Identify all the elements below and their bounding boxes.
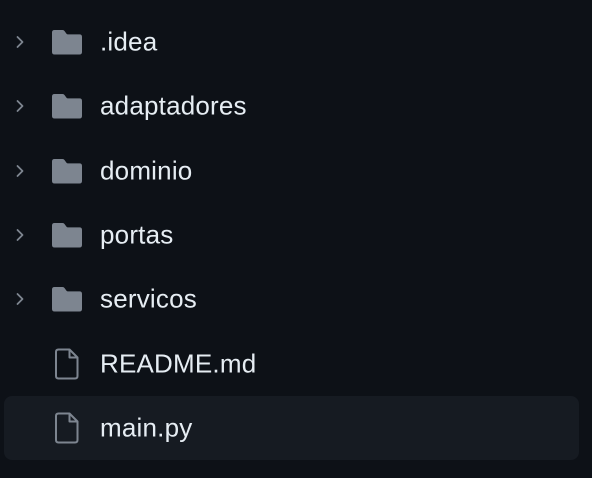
- tree-item-servicos[interactable]: servicos: [4, 267, 579, 331]
- tree-item-label: servicos: [100, 283, 197, 314]
- chevron-right-icon[interactable]: [12, 34, 28, 50]
- chevron-right-icon[interactable]: [12, 98, 28, 114]
- chevron-right-icon[interactable]: [12, 291, 28, 307]
- folder-icon: [50, 25, 84, 59]
- folder-icon: [50, 154, 84, 188]
- tree-item-label: portas: [100, 219, 174, 250]
- tree-item-main-py[interactable]: main.py: [4, 395, 579, 461]
- tree-item-label: README.md: [100, 348, 257, 379]
- tree-item-label: adaptadores: [100, 90, 247, 121]
- folder-icon: [50, 89, 84, 123]
- tree-item-portas[interactable]: portas: [4, 203, 579, 267]
- file-tree: .idea adaptadores dominio portas servico…: [0, 0, 592, 478]
- tree-item-dominio[interactable]: dominio: [4, 139, 579, 203]
- folder-icon: [50, 218, 84, 252]
- tree-item-idea[interactable]: .idea: [4, 10, 579, 74]
- tree-item-label: .idea: [100, 26, 158, 57]
- file-icon: [50, 347, 84, 381]
- chevron-right-icon[interactable]: [12, 227, 28, 243]
- tree-item-readme[interactable]: README.md: [4, 331, 579, 395]
- file-icon: [50, 411, 84, 445]
- chevron-right-icon[interactable]: [12, 163, 28, 179]
- folder-icon: [50, 282, 84, 316]
- tree-item-label: main.py: [100, 412, 193, 443]
- tree-item-label: dominio: [100, 155, 193, 186]
- tree-item-adaptadores[interactable]: adaptadores: [4, 74, 579, 138]
